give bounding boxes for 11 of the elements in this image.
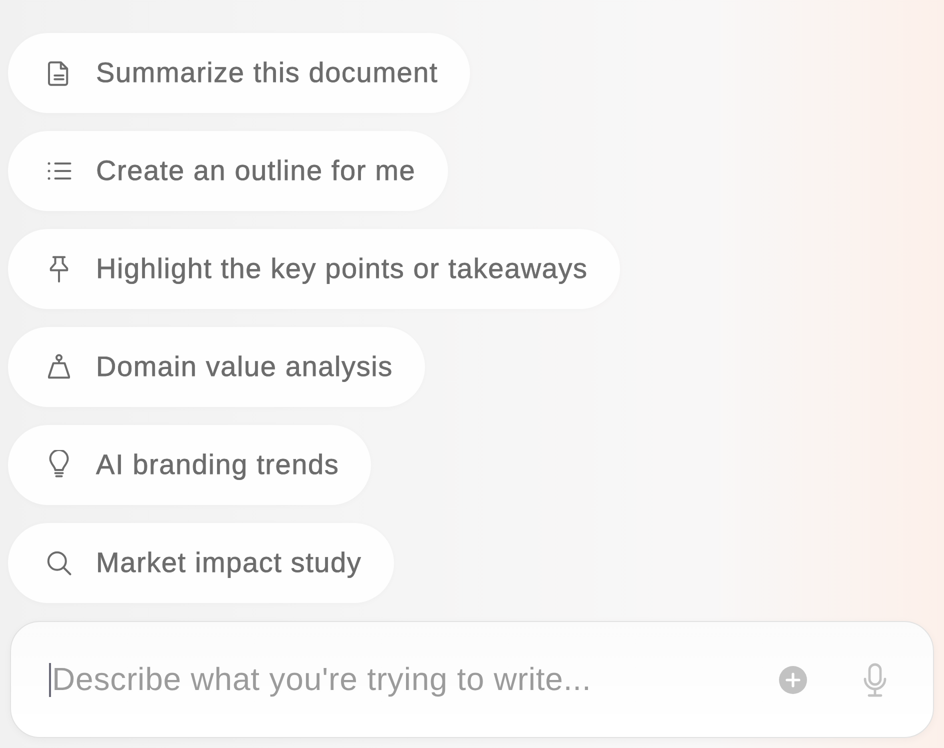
add-button[interactable] <box>779 666 807 694</box>
suggestion-chip[interactable]: Market impact study <box>8 523 394 603</box>
plus-icon <box>779 666 807 694</box>
suggestion-chip[interactable]: Create an outline for me <box>8 131 448 211</box>
suggestion-chip[interactable]: AI branding trends <box>8 425 372 505</box>
prompt-input[interactable]: Describe what you're trying to write... <box>49 662 642 696</box>
microphone-icon <box>863 662 887 696</box>
suggestion-chip[interactable]: Domain value analysis <box>8 327 425 407</box>
microphone-button[interactable] <box>863 662 887 696</box>
suggestion-chip[interactable]: Highlight the key points or takeaways <box>8 229 620 309</box>
suggestion-chip[interactable]: Summarize this document <box>8 33 470 113</box>
